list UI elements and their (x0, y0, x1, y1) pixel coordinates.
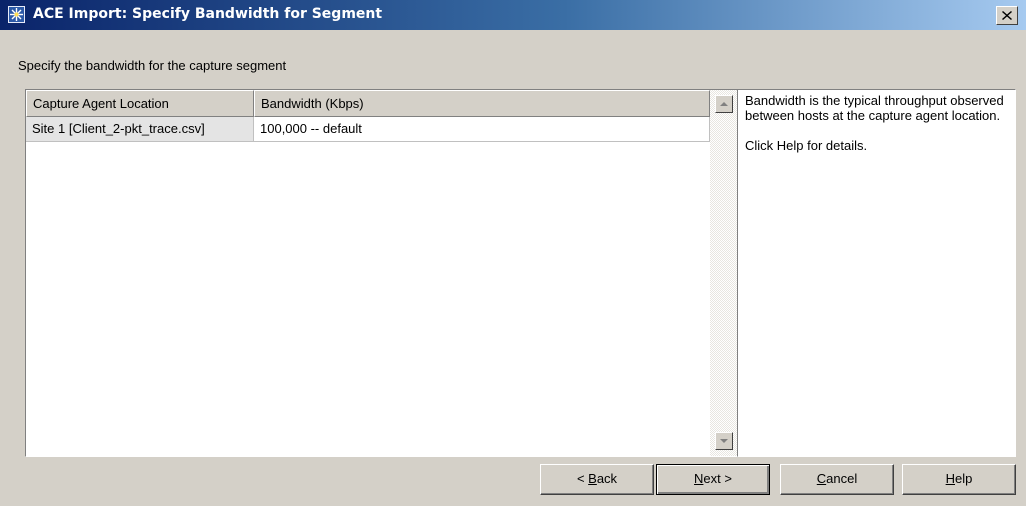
back-button[interactable]: < Back (540, 464, 654, 495)
close-button[interactable] (996, 6, 1018, 25)
scroll-up-button[interactable] (715, 95, 733, 113)
help-button[interactable]: Help (902, 464, 1016, 495)
scroll-down-button[interactable] (715, 432, 733, 450)
column-header-location[interactable]: Capture Agent Location (26, 90, 254, 117)
window-title: ACE Import: Specify Bandwidth for Segmen… (33, 6, 383, 22)
help-description-panel: Bandwidth is the typical throughput obse… (737, 89, 1016, 457)
bandwidth-cell[interactable]: 100,000 -- default (254, 117, 710, 142)
cancel-label-mnemonic: C (816, 471, 827, 486)
location-cell: Site 1 [Client_2-pkt_trace.csv] (26, 117, 254, 142)
help-text: Bandwidth is the typical throughput obse… (745, 93, 1004, 123)
ace-star-icon (8, 6, 25, 23)
vertical-scrollbar[interactable] (710, 90, 737, 456)
back-label-prefix: < (576, 471, 589, 486)
help-label-rest: elp (955, 471, 973, 486)
title-bar[interactable]: ACE Import: Specify Bandwidth for Segmen… (0, 0, 1026, 31)
next-button[interactable]: Next > (656, 464, 770, 495)
back-label-mnemonic: B (588, 471, 597, 486)
grid-body: Capture Agent Location Bandwidth (Kbps) … (26, 90, 710, 456)
bandwidth-grid[interactable]: Capture Agent Location Bandwidth (Kbps) … (25, 89, 738, 457)
help-label-mnemonic: H (945, 471, 956, 486)
next-label-rest: ext > (703, 471, 732, 486)
column-header-bandwidth[interactable]: Bandwidth (Kbps) (254, 90, 710, 117)
back-label-rest: ack (596, 471, 618, 486)
help-hint: Click Help for details. (745, 138, 868, 153)
cancel-button[interactable]: Cancel (780, 464, 894, 495)
cancel-label-rest: ancel (826, 471, 858, 486)
next-label-mnemonic: N (694, 471, 704, 486)
instruction-text: Specify the bandwidth for the capture se… (18, 58, 287, 73)
